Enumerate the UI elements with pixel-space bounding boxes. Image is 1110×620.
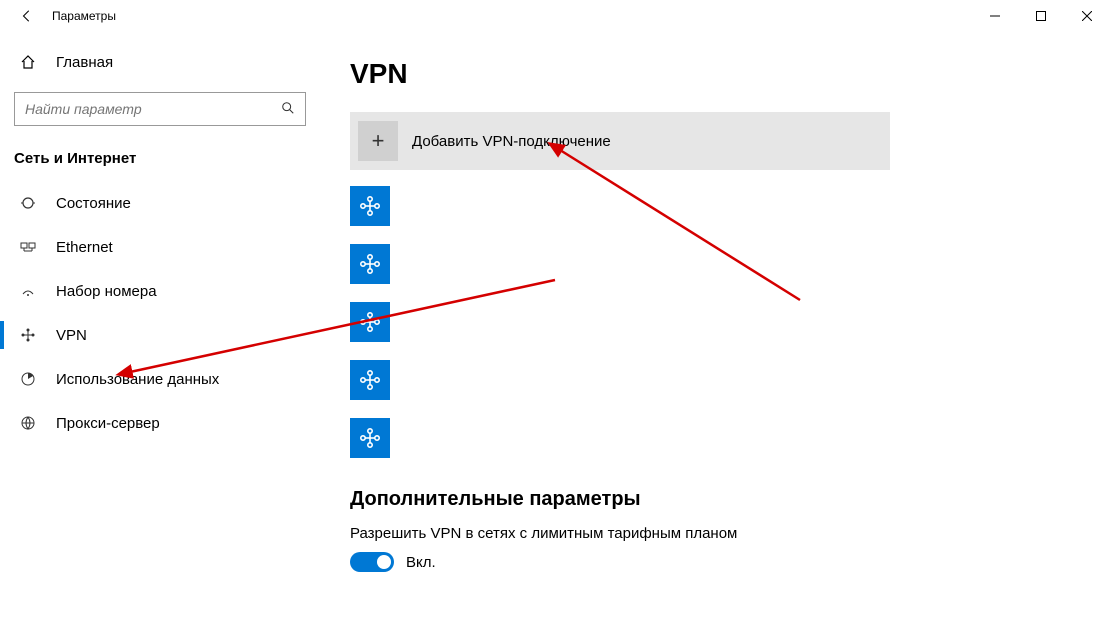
vpn-connection-item[interactable] [350,244,390,284]
maximize-button[interactable] [1018,0,1064,32]
nav-item-proxy[interactable]: Прокси-сервер [0,401,320,445]
advanced-desc: Разрешить VPN в сетях с лимитным тарифны… [350,525,1080,542]
search-box[interactable] [14,92,306,126]
minimize-button[interactable] [972,0,1018,32]
vpn-connection-item[interactable] [350,186,390,226]
search-input[interactable] [25,101,281,117]
nav-label: Состояние [56,195,131,212]
proxy-icon [18,415,38,431]
search-icon [281,101,297,118]
vpn-connection-item[interactable] [350,360,390,400]
vpn-connection-item[interactable] [350,418,390,458]
window-title: Параметры [52,9,116,23]
nav-item-status[interactable]: Состояние [0,181,320,225]
vpn-metered-toggle[interactable] [350,552,394,572]
nav-label: Использование данных [56,371,219,388]
toggle-label: Вкл. [406,554,436,571]
ethernet-icon [18,239,38,255]
status-icon [18,195,38,211]
titlebar: Параметры [0,0,1110,32]
nav-item-vpn[interactable]: VPN [0,313,320,357]
home-icon [18,54,38,70]
nav-item-datausage[interactable]: Использование данных [0,357,320,401]
section-header: Сеть и Интернет [0,140,320,181]
nav-label: Прокси-сервер [56,415,160,432]
nav-item-dialup[interactable]: Набор номера [0,269,320,313]
home-link[interactable]: Главная [0,42,320,82]
vpn-icon [18,327,38,343]
nav-item-ethernet[interactable]: Ethernet [0,225,320,269]
advanced-section-title: Дополнительные параметры [350,488,1080,511]
nav-label: VPN [56,327,87,344]
plus-icon: + [358,121,398,161]
add-vpn-label: Добавить VPN-подключение [412,133,611,150]
home-label: Главная [56,54,113,71]
nav-label: Набор номера [56,283,157,300]
vpn-connections-list [350,186,1080,458]
window-controls [972,0,1110,32]
close-button[interactable] [1064,0,1110,32]
vpn-connection-item[interactable] [350,302,390,342]
dialup-icon [18,283,38,299]
nav-label: Ethernet [56,239,113,256]
datausage-icon [18,371,38,387]
toggle-row: Вкл. [350,552,1080,572]
main-content: VPN + Добавить VPN-подключение Дополните… [320,32,1110,620]
add-vpn-button[interactable]: + Добавить VPN-подключение [350,112,890,170]
back-button[interactable] [18,7,36,25]
page-title: VPN [350,58,1080,90]
sidebar: Главная Сеть и Интернет Состояние Ethern… [0,32,320,620]
